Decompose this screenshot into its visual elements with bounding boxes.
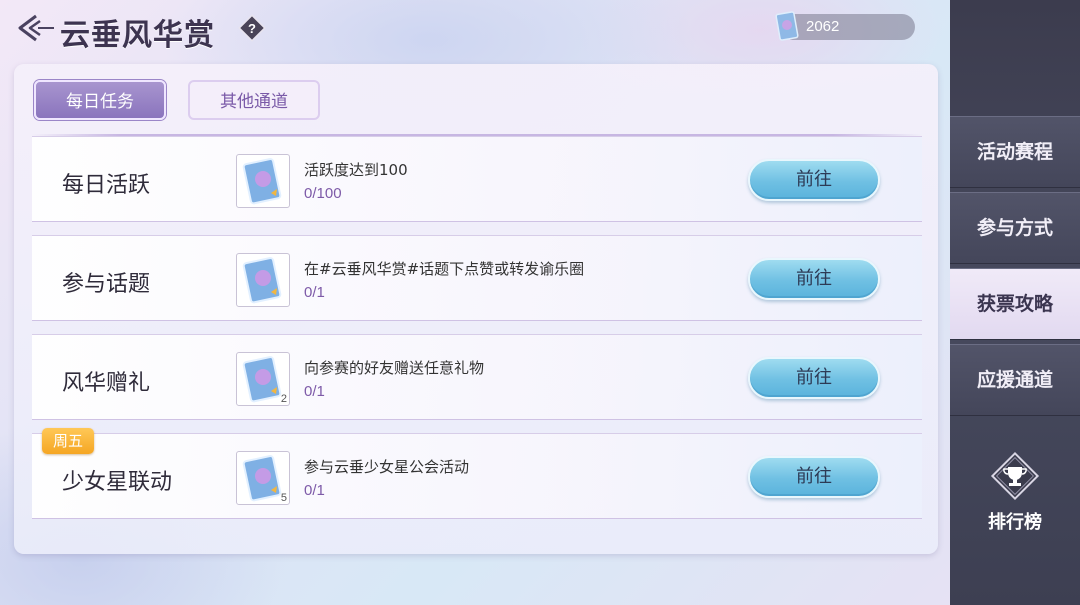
page-title: 云垂风华赏 [60,18,215,53]
help-button[interactable]: ? [238,14,266,42]
ticket-reward-icon [242,257,282,304]
task-title: 每日活跃 [62,173,151,198]
svg-text:?: ? [248,21,256,36]
task-row: 每日活跃 活跃度达到100 0/100 前往 [32,136,922,222]
task-description: 活跃度达到100 [304,161,408,179]
task-title: 参与话题 [62,272,151,297]
leaderboard-button[interactable]: 排行榜 [950,440,1080,540]
sidebar-item-vote-guide[interactable]: 获票攻略 [950,268,1080,340]
task-description: 在#云垂风华赏#话题下点赞或转发谕乐圈 [304,260,585,278]
task-progress: 0/1 [304,482,325,499]
reward-count: 5 [280,492,287,504]
trophy-icon [990,451,1040,501]
task-description: 向参赛的好友赠送任意礼物 [304,359,485,377]
task-row: 风华赠礼 2 向参赛的好友赠送任意礼物 0/1 前往 [32,334,922,420]
currency-value: 2062 [806,18,840,35]
weekday-tag: 周五 [42,428,94,454]
leaderboard-label: 排行榜 [988,512,1042,533]
reward-item: 2 [236,352,290,406]
reward-item: 5 [236,451,290,505]
task-row: 周五 少女星联动 5 参与云垂少女星公会活动 0/1 前往 [32,428,922,519]
go-button[interactable]: 前往 [748,357,880,399]
task-title: 风华赠礼 [62,371,151,396]
go-button[interactable]: 前往 [748,159,880,201]
tab-other-channels[interactable]: 其他通道 [188,80,320,120]
sidebar: 活动赛程 参与方式 获票攻略 应援通道 排行榜 [950,0,1080,605]
ticket-currency: 2062 [775,11,915,41]
task-progress: 0/1 [304,383,325,400]
help-icon: ? [238,14,266,42]
sidebar-item-participation[interactable]: 参与方式 [950,192,1080,264]
reward-count: 2 [280,393,287,405]
back-button[interactable] [16,12,56,44]
task-description: 参与云垂少女星公会活动 [304,458,470,476]
task-title: 少女星联动 [62,470,173,495]
tab-daily-tasks[interactable]: 每日任务 [34,80,166,120]
reward-item [236,253,290,307]
task-panel: 每日任务 其他通道 每日活跃 活跃度达到100 0/100 前往 参与话题 在#… [14,64,938,554]
task-progress: 0/1 [304,284,325,301]
go-button[interactable]: 前往 [748,258,880,300]
reward-item [236,154,290,208]
task-progress: 0/100 [304,185,342,202]
sidebar-item-schedule[interactable]: 活动赛程 [950,116,1080,188]
sidebar-item-support[interactable]: 应援通道 [950,344,1080,416]
go-button[interactable]: 前往 [748,456,880,498]
ticket-icon [775,11,799,41]
ticket-reward-icon [242,158,282,205]
task-row: 参与话题 在#云垂风华赏#话题下点赞或转发谕乐圈 0/1 前往 [32,235,922,321]
back-arrow-icon [18,14,54,42]
